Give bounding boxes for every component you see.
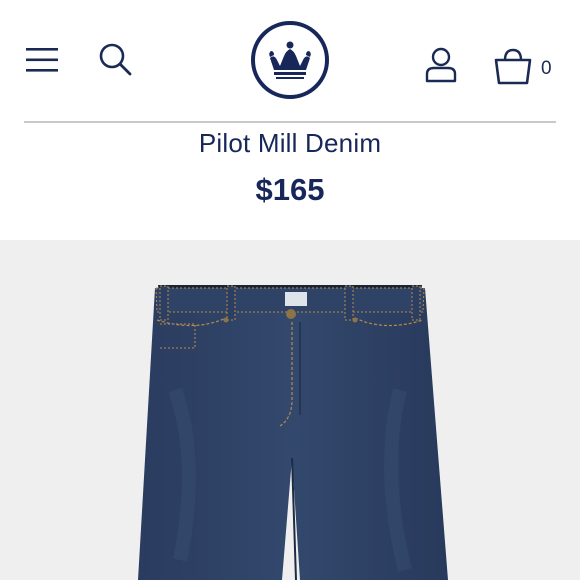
hamburger-menu-icon[interactable] xyxy=(24,44,60,76)
product-price: $165 xyxy=(255,172,325,207)
crown-logo-icon[interactable] xyxy=(250,20,330,100)
denim-jeans-image xyxy=(138,285,448,580)
product-image[interactable] xyxy=(0,240,580,580)
search-icon[interactable] xyxy=(96,40,136,80)
account-icon[interactable] xyxy=(422,46,460,84)
product-title: Pilot Mill Denim xyxy=(198,128,382,158)
site-header: 0 xyxy=(0,0,580,122)
bag-count: 0 xyxy=(541,58,552,79)
header-divider xyxy=(24,121,556,123)
shopping-bag-icon[interactable] xyxy=(492,46,534,86)
